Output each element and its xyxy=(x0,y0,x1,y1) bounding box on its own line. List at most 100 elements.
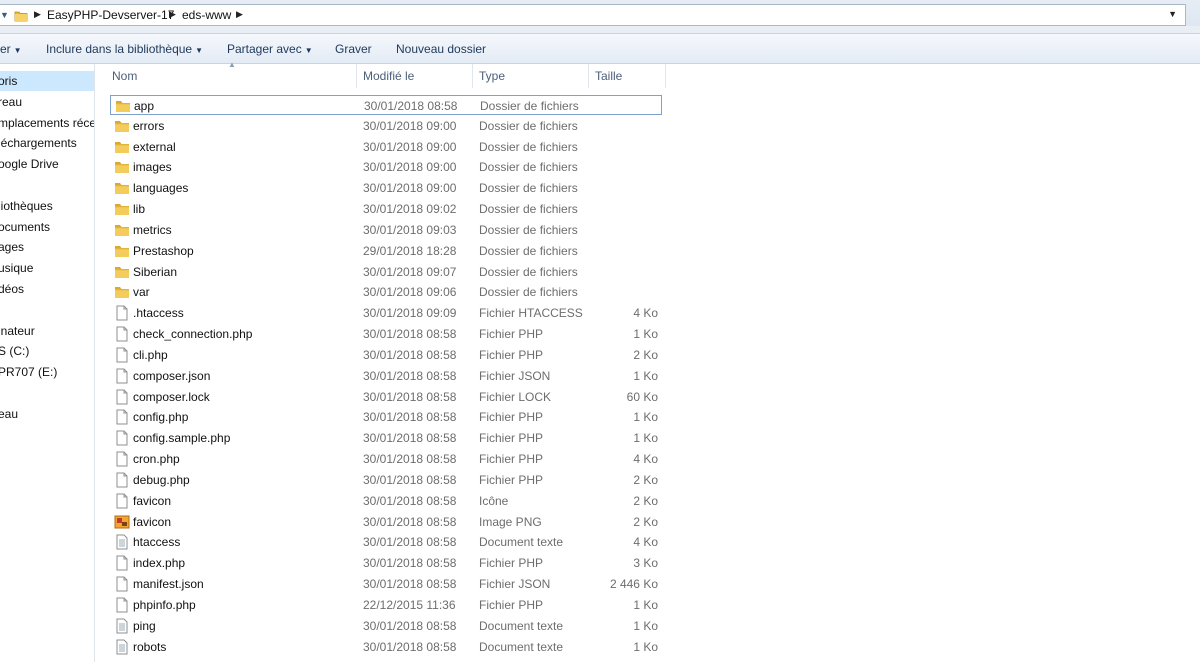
table-row[interactable]: favicon 30/01/2018 08:58 Icône 2 Ko xyxy=(110,491,662,511)
organize-label: er xyxy=(0,42,11,56)
table-row[interactable]: app 30/01/2018 08:58 Dossier de fichiers xyxy=(110,95,662,115)
breadcrumb-eds-www[interactable]: eds-www xyxy=(182,8,231,22)
column-header-size[interactable]: Taille xyxy=(589,64,666,88)
nav-item[interactable]: oogle Drive xyxy=(0,154,94,174)
include-library-label: Inclure dans la bibliothèque xyxy=(46,42,193,56)
file-type: Fichier PHP xyxy=(479,431,544,446)
table-row[interactable]: ping 30/01/2018 08:58 Document texte 1 Ko xyxy=(110,616,662,636)
file-size: 2 Ko xyxy=(633,493,658,508)
table-row[interactable]: errors 30/01/2018 09:00 Dossier de fichier… xyxy=(110,116,662,136)
new-folder-button[interactable]: Nouveau dossier xyxy=(396,42,486,56)
nav-item[interactable]: PR707 (E:) xyxy=(0,362,94,382)
file-name: Siberian xyxy=(133,264,178,279)
table-row[interactable]: htaccess 30/01/2018 08:58 Document texte 4 … xyxy=(110,532,662,552)
nav-item[interactable]: S (C:) xyxy=(0,341,94,361)
table-row[interactable]: cron.php 30/01/2018 08:58 Fichier PHP 4 Ko xyxy=(110,449,662,469)
file-name: cron.php xyxy=(133,452,180,467)
table-row[interactable]: lib 30/01/2018 09:02 Dossier de fichiers xyxy=(110,199,662,219)
burn-button[interactable]: Graver xyxy=(335,42,372,56)
nav-item[interactable]: déos xyxy=(0,279,94,299)
breadcrumb-chevron-icon[interactable]: ▶ xyxy=(34,9,41,20)
table-row[interactable]: config.php 30/01/2018 08:58 Fichier PHP 1 K… xyxy=(110,407,662,427)
share-with-button[interactable]: Partager avec ▼ xyxy=(227,42,313,56)
file-type: Document texte xyxy=(479,618,564,633)
table-row[interactable]: composer.json 30/01/2018 08:58 Fichier JSO… xyxy=(110,366,662,386)
file-modified-date: 30/01/2018 09:02 xyxy=(363,202,457,217)
address-bar-area: ▼ ▶ EasyPHP-Devserver-17 ▶ eds-www ▶ ▼ xyxy=(0,0,1200,33)
file-icon xyxy=(114,493,130,509)
nav-item[interactable]: eau xyxy=(0,404,94,424)
file-type: Fichier PHP xyxy=(479,452,544,467)
folder-icon xyxy=(114,284,130,300)
table-row[interactable]: Siberian 30/01/2018 09:07 Dossier de fichi… xyxy=(110,262,662,282)
nav-item[interactable]: inateur xyxy=(0,321,94,341)
file-name: .htaccess xyxy=(133,306,184,321)
table-row[interactable]: cli.php 30/01/2018 08:58 Fichier PHP 2 Ko xyxy=(110,345,662,365)
table-row[interactable]: Prestashop 29/01/2018 18:28 Dossier de fic… xyxy=(110,241,662,261)
file-name: robots xyxy=(133,639,167,654)
file-size: 2 Ko xyxy=(633,514,658,529)
file-name: cli.php xyxy=(133,347,168,362)
table-row[interactable]: manifest.json 30/01/2018 08:58 Fichier JSO… xyxy=(110,574,662,594)
table-row[interactable]: images 30/01/2018 09:00 Dossier de fichier… xyxy=(110,157,662,177)
navigation-pane[interactable]: oris reau mplacements récen léchargements oo… xyxy=(0,64,95,662)
text-file-icon xyxy=(114,639,130,655)
table-row[interactable]: favicon 30/01/2018 08:58 Image PNG 2 Ko xyxy=(110,512,662,532)
nav-item[interactable]: ocuments xyxy=(0,217,94,237)
file-name: app xyxy=(134,99,155,113)
table-row[interactable]: debug.php 30/01/2018 08:58 Fichier PHP 2 Ko xyxy=(110,470,662,490)
table-row[interactable]: languages 30/01/2018 09:00 Dossier de fich… xyxy=(110,178,662,198)
table-row[interactable]: var 30/01/2018 09:06 Dossier de fichiers xyxy=(110,282,662,302)
file-modified-date: 30/01/2018 08:58 xyxy=(363,472,457,487)
breadcrumb-easyphp[interactable]: EasyPHP-Devserver-17 xyxy=(47,8,174,22)
column-header-name[interactable]: Nom xyxy=(106,64,357,88)
nav-item[interactable]: mplacements récen xyxy=(0,113,94,133)
column-header-modified[interactable]: Modifié le xyxy=(357,64,473,88)
address-dropdown-icon[interactable]: ▼ xyxy=(1168,9,1177,19)
table-row[interactable]: index.php 30/01/2018 08:58 Fichier PHP 3 Ko xyxy=(110,553,662,573)
table-row[interactable]: robots 30/01/2018 08:58 Document texte 1 Ko xyxy=(110,637,662,657)
table-row[interactable]: external 30/01/2018 09:00 Dossier de fichi… xyxy=(110,137,662,157)
file-name: images xyxy=(133,160,172,175)
file-type: Fichier JSON xyxy=(479,368,551,383)
file-name: metrics xyxy=(133,222,172,237)
file-icon xyxy=(114,305,130,321)
file-name: ping xyxy=(133,618,156,633)
table-row[interactable]: metrics 30/01/2018 09:03 Dossier de fichie… xyxy=(110,220,662,240)
table-row[interactable]: config.sample.php 30/01/2018 08:58 Fichier… xyxy=(110,428,662,448)
nav-item[interactable]: liothèques xyxy=(0,196,94,216)
nav-item[interactable]: oris xyxy=(0,71,94,91)
table-row[interactable]: .htaccess 30/01/2018 09:09 Fichier HTACCES… xyxy=(110,303,662,323)
nav-item-label: léchargements xyxy=(0,136,77,151)
file-name: languages xyxy=(133,181,189,196)
breadcrumb-chevron-icon[interactable]: ▶ xyxy=(169,9,176,20)
table-row[interactable]: composer.lock 30/01/2018 08:58 Fichier LOC… xyxy=(110,387,662,407)
file-icon xyxy=(114,368,130,384)
nav-item-label: oris xyxy=(0,74,18,88)
file-size: 1 Ko xyxy=(633,327,658,342)
nav-item[interactable]: reau xyxy=(0,92,94,112)
file-modified-date: 30/01/2018 08:58 xyxy=(363,347,457,362)
nav-item[interactable]: usique xyxy=(0,258,94,278)
file-modified-date: 30/01/2018 08:58 xyxy=(363,493,457,508)
nav-item[interactable]: ages xyxy=(0,237,94,257)
file-type: Dossier de fichiers xyxy=(479,243,578,258)
file-modified-date: 30/01/2018 08:58 xyxy=(363,410,457,425)
include-library-button[interactable]: Inclure dans la bibliothèque ▼ xyxy=(46,42,203,56)
folder-icon xyxy=(114,243,130,259)
nav-item[interactable]: léchargements xyxy=(0,133,94,153)
file-icon xyxy=(114,347,130,363)
nav-item-label: usique xyxy=(0,261,34,276)
table-row[interactable]: phpinfo.php 22/12/2015 11:36 Fichier PHP 1 … xyxy=(110,595,662,615)
organize-button[interactable]: er ▼ xyxy=(0,42,22,56)
address-bar[interactable]: ▼ ▶ EasyPHP-Devserver-17 ▶ eds-www ▶ ▼ xyxy=(0,4,1186,26)
breadcrumb-chevron-icon[interactable]: ▶ xyxy=(236,9,243,20)
file-type: Fichier JSON xyxy=(479,577,551,592)
history-dropdown-icon[interactable]: ▼ xyxy=(0,10,9,20)
column-header-type[interactable]: Type xyxy=(473,64,589,88)
file-name: index.php xyxy=(133,556,186,571)
file-modified-date: 30/01/2018 08:58 xyxy=(363,452,457,467)
file-type: Fichier HTACCESS xyxy=(479,306,583,321)
table-row[interactable]: check_connection.php 30/01/2018 08:58 Fich… xyxy=(110,324,662,344)
file-modified-date: 30/01/2018 08:58 xyxy=(363,431,457,446)
